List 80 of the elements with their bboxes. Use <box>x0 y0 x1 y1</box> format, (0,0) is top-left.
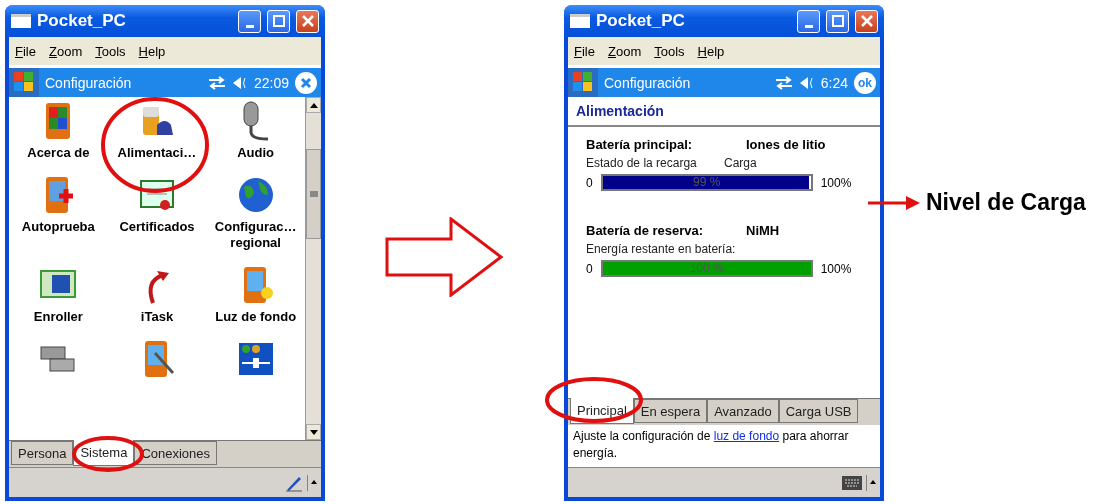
settings-app-item[interactable]: Luz de fondo <box>206 265 305 325</box>
settings-app-item[interactable]: iTask <box>107 265 207 325</box>
speaker-icon[interactable] <box>798 75 815 90</box>
close-button[interactable] <box>296 9 319 33</box>
start-flag-icon[interactable] <box>568 68 598 97</box>
ok-button[interactable]: ok <box>854 71 876 94</box>
window-icon <box>11 14 31 28</box>
menu-item[interactable]: Help <box>697 43 725 59</box>
tab[interactable]: Avanzado <box>707 399 779 423</box>
scale-max: 100% <box>820 261 852 276</box>
settings-app-item[interactable]: Configurac… regional <box>206 175 305 251</box>
close-button[interactable] <box>855 9 878 33</box>
start-flag-icon[interactable] <box>9 68 39 97</box>
caret-down-icon <box>309 429 318 435</box>
window-title: Pocket_PC <box>37 11 127 31</box>
minimize-icon <box>245 24 254 28</box>
close-icon <box>860 15 873 27</box>
caret-up-icon[interactable] <box>866 474 876 491</box>
hollow-arrow-icon <box>384 217 505 297</box>
tab[interactable]: Persona <box>11 441 74 465</box>
close-button[interactable] <box>295 71 317 94</box>
grip-icon <box>309 190 318 197</box>
settings-app-item[interactable]: Certificados <box>107 175 207 251</box>
sync-arrows-icon[interactable] <box>207 75 226 90</box>
page-header: Alimentación <box>568 97 880 127</box>
clock-time[interactable]: 6:24 <box>820 74 848 91</box>
maximize-icon <box>831 15 844 27</box>
sync-arrows-icon[interactable] <box>774 75 793 90</box>
menu-item[interactable]: Zoom <box>607 43 642 59</box>
maximize-icon <box>272 15 285 27</box>
window-title: Pocket_PC <box>596 11 686 31</box>
battery-type: NiMH <box>746 223 781 238</box>
close-icon <box>301 15 314 27</box>
scroll-up-button[interactable] <box>306 97 321 113</box>
nav-title: Configuración <box>45 74 133 91</box>
battery-name: Batería de reserva: <box>586 223 705 238</box>
highlight-ellipse <box>72 436 144 472</box>
window-icon <box>570 14 590 28</box>
caret-up-icon[interactable] <box>307 474 317 491</box>
backlight-link[interactable]: luz de fondo <box>713 429 780 443</box>
charge-reading: 99 % <box>692 176 722 189</box>
scale-min: 0 <box>586 261 593 276</box>
keyboard-icon[interactable] <box>842 475 862 490</box>
settings-app-item[interactable]: Enroller <box>9 265 108 325</box>
scale-min: 0 <box>586 175 593 190</box>
minimize-button[interactable] <box>238 9 261 33</box>
menu-item[interactable]: File <box>15 43 36 59</box>
menu-item[interactable]: Help <box>138 43 166 59</box>
status-label: Estado de la recarga <box>586 156 698 170</box>
menu-item[interactable]: File <box>574 43 595 59</box>
settings-app-item[interactable]: Audio <box>206 101 305 161</box>
menu-item[interactable]: Tools <box>95 43 126 59</box>
minimize-icon <box>804 24 813 28</box>
minimize-button[interactable] <box>797 9 820 33</box>
tab[interactable]: En espera <box>633 399 708 423</box>
hint-text: Ajuste la configuración de luz de fondo para ahorrar energía. <box>572 428 850 462</box>
settings-app-item[interactable]: Acerca de <box>9 101 108 161</box>
charge-reading: 100 % <box>688 262 725 275</box>
scroll-thumb[interactable] <box>306 148 321 239</box>
status-value: Carga <box>724 156 758 170</box>
tab[interactable]: Conexiones <box>134 441 218 465</box>
settings-app-item[interactable]: Alimentaci… <box>107 101 207 161</box>
nav-title: Configuración <box>604 74 692 91</box>
scale-max: 100% <box>820 175 852 190</box>
clock-time[interactable]: 22:09 <box>253 74 289 91</box>
status-label: Energía restante en batería: <box>586 242 737 256</box>
tab[interactable]: Carga USB <box>778 399 859 423</box>
battery-type: Iones de litio <box>746 137 827 152</box>
pointer-arrow <box>868 196 920 210</box>
close-icon <box>300 76 312 89</box>
caret-up-icon <box>309 102 318 108</box>
maximize-button[interactable] <box>826 9 849 33</box>
menu-item[interactable]: Tools <box>654 43 685 59</box>
annotation-label: Nivel de Carga <box>926 189 1086 216</box>
settings-app-item[interactable]: Autoprueba <box>9 175 108 251</box>
maximize-button[interactable] <box>267 9 290 33</box>
speaker-icon[interactable] <box>231 75 248 90</box>
scroll-down-button[interactable] <box>306 424 321 440</box>
battery-name: Batería principal: <box>586 137 694 152</box>
menu-item[interactable]: Zoom <box>48 43 83 59</box>
